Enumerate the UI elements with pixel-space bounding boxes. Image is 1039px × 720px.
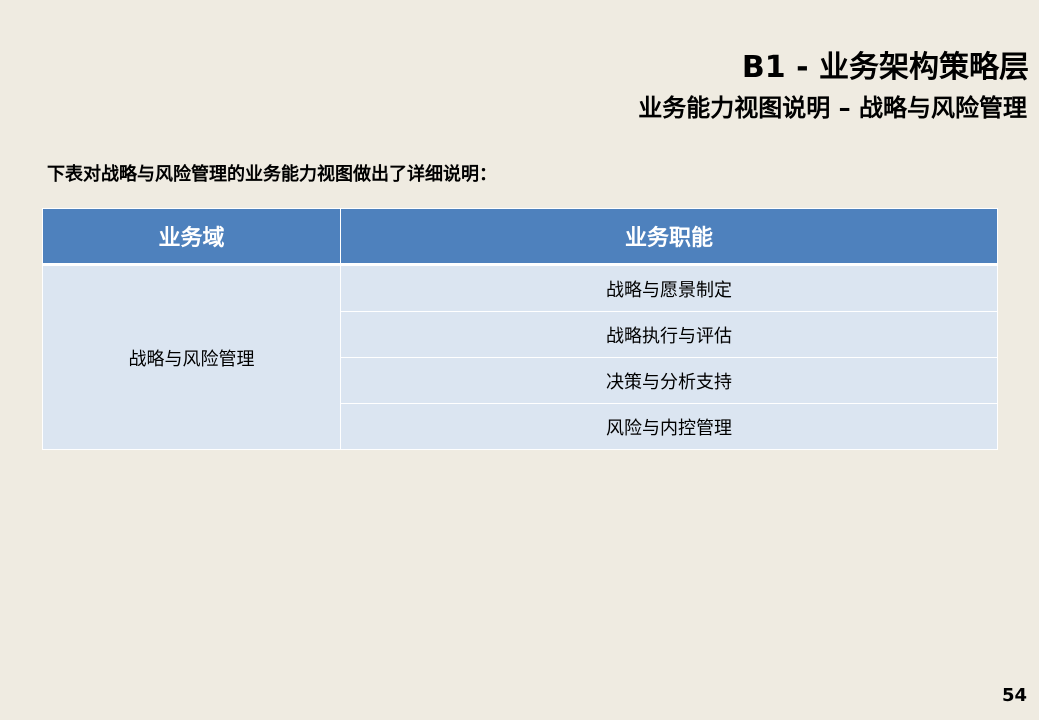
slide-subtitle: 业务能力视图说明 – 战略与风险管理 <box>638 94 1027 122</box>
page-number: 54 <box>1001 685 1027 706</box>
header-function: 业务职能 <box>340 208 998 266</box>
intro-text: 下表对战略与风险管理的业务能力视图做出了详细说明： <box>47 164 497 185</box>
function-cell: 战略执行与评估 <box>340 311 998 358</box>
slide-title: B1 - 业务架构策略层 <box>741 50 1029 85</box>
header-domain: 业务域 <box>42 208 341 266</box>
table-row: 战略与风险管理 战略与愿景制定 <box>42 264 998 450</box>
function-cell: 决策与分析支持 <box>340 357 998 404</box>
capability-table: 业务域 业务职能 战略与风险管理 战略与愿景制定 战略执行与评估 决策与分析支持… <box>42 208 998 450</box>
function-cell: 风险与内控管理 <box>340 403 998 450</box>
table-header-row: 业务域 业务职能 <box>42 208 998 266</box>
function-cell: 战略与愿景制定 <box>340 264 998 312</box>
domain-cell: 战略与风险管理 <box>42 264 341 450</box>
